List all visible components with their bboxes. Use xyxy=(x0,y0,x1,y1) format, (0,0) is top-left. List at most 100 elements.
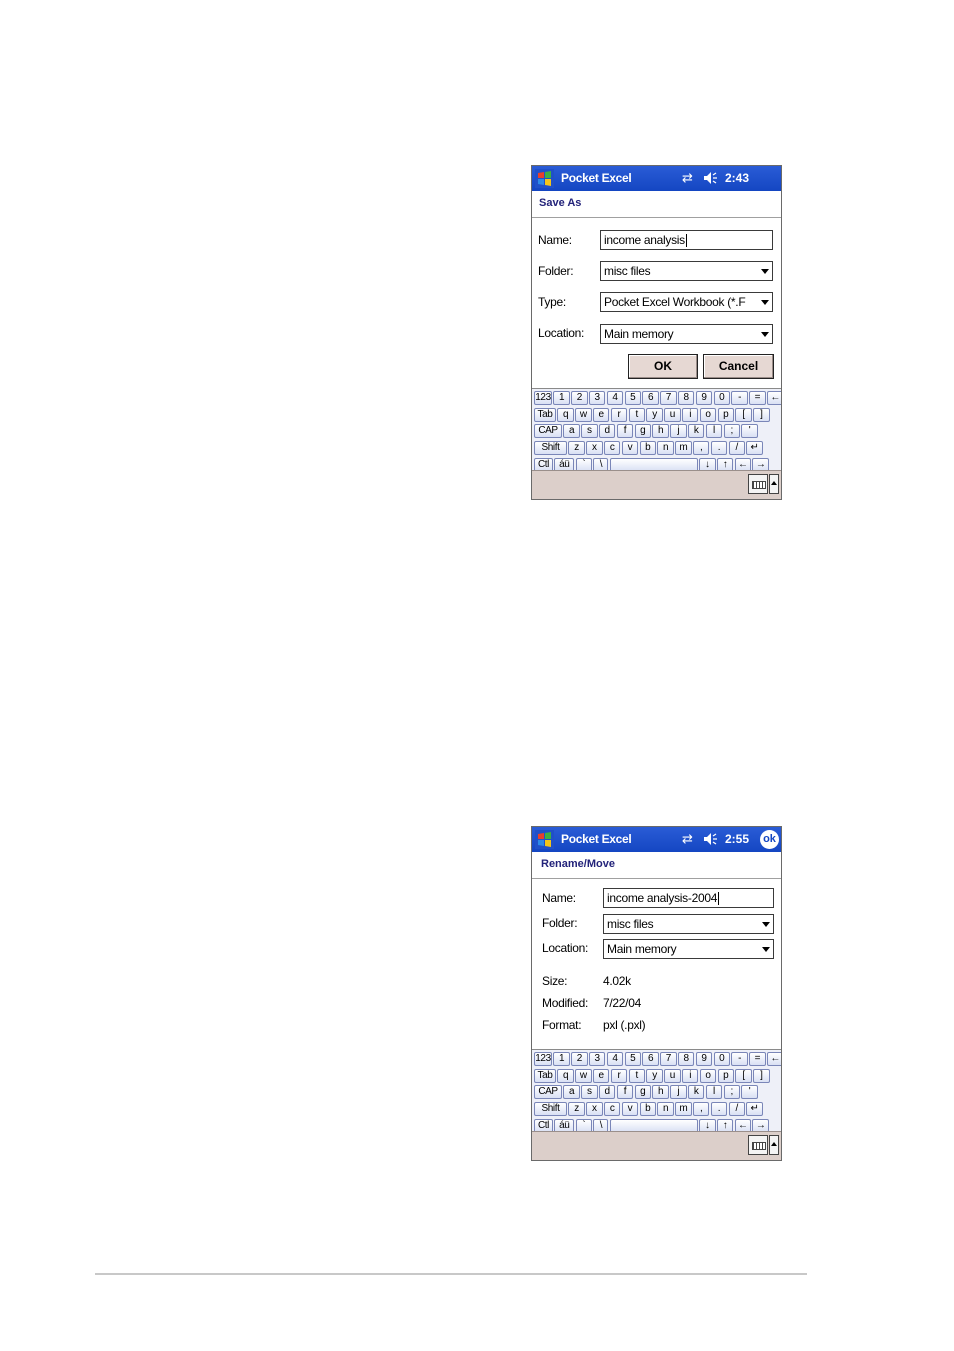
keyboard-key[interactable]: Tab xyxy=(534,407,556,422)
keyboard-key[interactable]: r xyxy=(610,1068,628,1083)
keyboard-key[interactable]: k xyxy=(687,1085,705,1100)
keyboard-key[interactable]: j xyxy=(670,1085,687,1100)
keyboard-key[interactable]: 8 xyxy=(677,1052,695,1066)
keyboard-key[interactable]: p xyxy=(717,1068,734,1083)
keyboard-key[interactable]: / xyxy=(728,1102,745,1117)
keyboard-key[interactable]: y xyxy=(646,407,663,422)
keyboard-key[interactable]: f xyxy=(616,424,634,439)
keyboard-key[interactable]: = xyxy=(749,391,766,405)
keyboard-key[interactable]: u xyxy=(664,407,681,422)
name-field[interactable]: income analysis xyxy=(600,230,773,250)
keyboard-key[interactable]: - xyxy=(731,391,748,405)
keyboard-key[interactable]: Shift xyxy=(534,1102,567,1117)
keyboard-key[interactable]: ] xyxy=(753,1068,770,1083)
keyboard-key[interactable]: b xyxy=(639,441,656,456)
folder-dropdown[interactable]: misc files xyxy=(603,914,774,934)
keyboard-key[interactable]: c xyxy=(603,441,621,456)
keyboard-key[interactable]: 4 xyxy=(606,1052,624,1066)
keyboard-key[interactable]: ← xyxy=(766,1052,781,1066)
keyboard-key[interactable]: v xyxy=(621,441,639,456)
cancel-button[interactable]: Cancel xyxy=(703,354,774,379)
keyboard-key[interactable]: ; xyxy=(723,424,740,439)
keyboard-key[interactable]: 1 xyxy=(553,391,570,405)
keyboard-key[interactable]: b xyxy=(639,1102,656,1117)
keyboard-key[interactable]: r xyxy=(610,407,628,422)
keyboard-key[interactable]: 2 xyxy=(571,391,588,405)
windows-flag-icon[interactable] xyxy=(535,169,554,188)
keyboard-key[interactable]: ] xyxy=(753,407,770,422)
keyboard-key[interactable]: 8 xyxy=(677,391,695,405)
keyboard-key[interactable]: o xyxy=(699,1068,717,1083)
location-dropdown[interactable]: Main memory xyxy=(600,324,773,344)
sync-arrows-icon[interactable]: ⇄ xyxy=(682,832,698,846)
keyboard-key[interactable]: 9 xyxy=(695,1052,713,1066)
keyboard-key[interactable]: l xyxy=(705,424,723,439)
keyboard-key[interactable]: j xyxy=(670,424,687,439)
keyboard-key[interactable]: 6 xyxy=(642,1052,659,1066)
keyboard-key[interactable]: g xyxy=(634,1085,651,1100)
keyboard-key[interactable]: t xyxy=(628,1068,645,1083)
keyboard-key[interactable]: h xyxy=(652,424,669,439)
keyboard-key[interactable]: g xyxy=(634,424,651,439)
keyboard-key[interactable]: ' xyxy=(741,424,758,439)
keyboard-key[interactable]: . xyxy=(710,441,728,456)
keyboard-key[interactable]: m xyxy=(675,441,692,456)
keyboard-key[interactable]: x xyxy=(586,1102,603,1117)
keyboard-key[interactable]: q xyxy=(557,407,574,422)
keyboard-key[interactable]: 7 xyxy=(660,391,677,405)
keyboard-key[interactable]: 5 xyxy=(624,1052,641,1066)
keyboard-icon[interactable] xyxy=(748,1135,768,1155)
speaker-icon[interactable] xyxy=(702,170,718,186)
keyboard-key[interactable]: z xyxy=(568,1102,585,1117)
keyboard-key[interactable]: k xyxy=(687,424,705,439)
keyboard-key[interactable]: l xyxy=(705,1085,723,1100)
keyboard-key[interactable]: . xyxy=(710,1102,728,1117)
keyboard-key[interactable]: n xyxy=(657,441,674,456)
keyboard-key[interactable]: a xyxy=(563,424,580,439)
keyboard-key[interactable]: z xyxy=(568,441,585,456)
keyboard-key[interactable]: Shift xyxy=(534,441,567,456)
keyboard-key[interactable]: y xyxy=(646,1068,663,1083)
location-dropdown[interactable]: Main memory xyxy=(603,939,774,959)
keyboard-key[interactable]: 123 xyxy=(534,1052,552,1066)
type-dropdown[interactable]: Pocket Excel Workbook (*.F xyxy=(600,292,773,312)
keyboard-key[interactable]: w xyxy=(575,407,592,422)
keyboard-key[interactable]: = xyxy=(749,1052,766,1066)
keyboard-icon[interactable] xyxy=(748,474,768,494)
keyboard-key[interactable]: 4 xyxy=(606,391,624,405)
keyboard-key[interactable]: , xyxy=(692,1102,710,1117)
keyboard-key[interactable]: ' xyxy=(741,1085,758,1100)
windows-flag-icon[interactable] xyxy=(535,830,554,849)
keyboard-key[interactable]: i xyxy=(681,407,699,422)
keyboard-key[interactable]: a xyxy=(563,1085,580,1100)
keyboard-key[interactable]: 123 xyxy=(534,391,552,405)
keyboard-key[interactable]: s xyxy=(581,1085,598,1100)
keyboard-key[interactable]: 2 xyxy=(571,1052,588,1066)
keyboard-key[interactable]: ↵ xyxy=(746,441,763,456)
keyboard-key[interactable]: w xyxy=(575,1068,592,1083)
keyboard-key[interactable]: d xyxy=(598,424,616,439)
keyboard-key[interactable]: 6 xyxy=(642,391,659,405)
keyboard-key[interactable]: 0 xyxy=(713,391,730,405)
keyboard-key[interactable]: u xyxy=(664,1068,681,1083)
keyboard-key[interactable]: x xyxy=(586,441,603,456)
keyboard-key[interactable]: n xyxy=(657,1102,674,1117)
keyboard-key[interactable]: h xyxy=(652,1085,669,1100)
keyboard-key[interactable]: 3 xyxy=(588,1052,606,1066)
keyboard-key[interactable]: s xyxy=(581,424,598,439)
keyboard-key[interactable]: - xyxy=(731,1052,748,1066)
keyboard-key[interactable]: [ xyxy=(735,407,752,422)
keyboard-key[interactable]: ↵ xyxy=(746,1102,763,1117)
keyboard-key[interactable]: 7 xyxy=(660,1052,677,1066)
name-field[interactable]: income analysis-2004 xyxy=(603,888,774,908)
keyboard-key[interactable]: 0 xyxy=(713,1052,730,1066)
keyboard-key[interactable]: 5 xyxy=(624,391,641,405)
keyboard-key[interactable]: f xyxy=(616,1085,634,1100)
clock[interactable]: 2:55 xyxy=(725,832,749,846)
keyboard-key[interactable]: v xyxy=(621,1102,639,1117)
keyboard-key[interactable]: i xyxy=(681,1068,699,1083)
keyboard-key[interactable]: t xyxy=(628,407,645,422)
ok-button[interactable]: OK xyxy=(628,354,698,379)
clock[interactable]: 2:43 xyxy=(725,171,749,185)
keyboard-key[interactable]: ; xyxy=(723,1085,740,1100)
